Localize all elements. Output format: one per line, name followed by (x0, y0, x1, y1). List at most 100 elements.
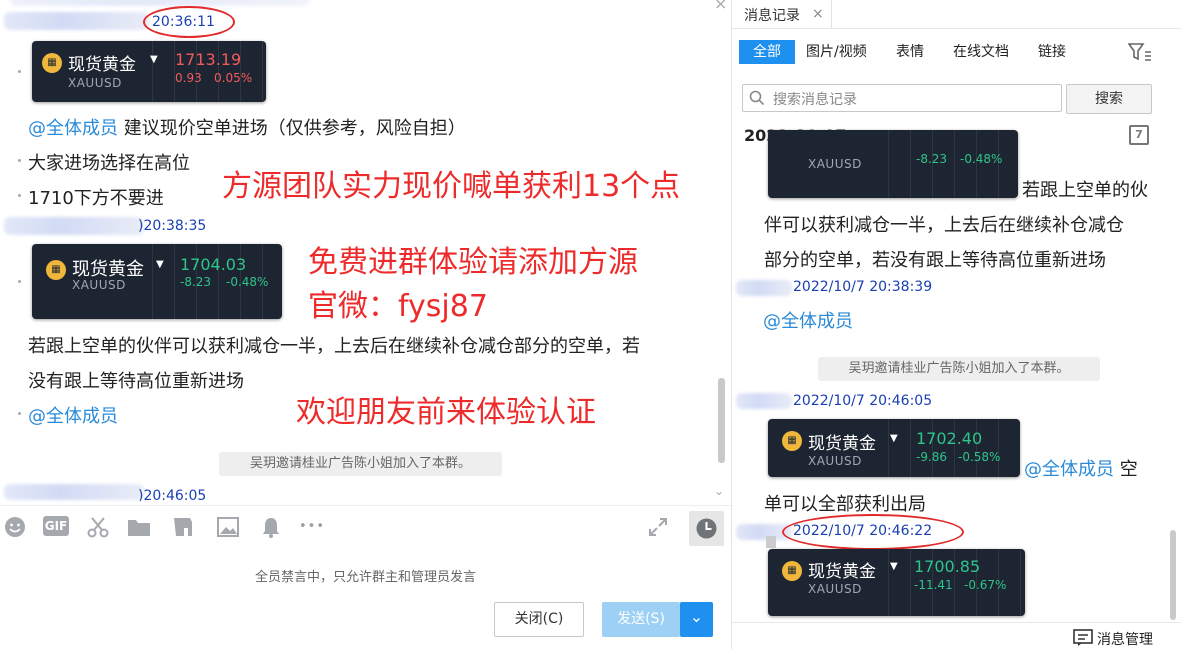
tab-message-history[interactable]: 消息记录 × (732, 0, 832, 28)
filter-tab-docs[interactable]: 在线文档 (953, 40, 1009, 64)
send-options-dropdown[interactable]: ⌄ (680, 602, 713, 637)
gold-quote-card[interactable]: ▦ 现货黄金 ▼ XAUUSD 1704.03 -8.23 -0.48% (32, 244, 282, 319)
message-manage-icon (1073, 629, 1093, 646)
quote-change: -11.41 (914, 578, 953, 592)
gold-quote-card[interactable]: ▦ 现货黄金 ▼ XAUUSD 1700.85 -11.41 -0.67% (768, 549, 1025, 616)
gold-coin-icon: ▦ (42, 53, 62, 73)
history-message: 单可以全部获利出局 (764, 494, 926, 515)
chart-grid (888, 419, 1020, 477)
mention-all[interactable]: @全体成员 (28, 118, 118, 139)
gif-icon[interactable]: GIF (43, 516, 69, 536)
bullet (18, 70, 21, 73)
quote-price: 1700.85 (914, 557, 981, 576)
chat-message: 若跟上空单的伙伴可以获利减仓一半，上去后在继续补仓减仓部分的空单，若 (28, 336, 640, 357)
filter-icon[interactable] (1127, 42, 1152, 66)
emoji-icon[interactable] (4, 516, 26, 542)
quote-symbol: XAUUSD (808, 157, 862, 171)
muted-notice: 全员禁言中，只允许群主和管理员发言 (254, 570, 476, 585)
filter-tab-sticker[interactable]: 表情 (896, 40, 924, 64)
close-icon[interactable]: × (714, 0, 727, 13)
chat-message: 大家进场选择在高位 (28, 153, 190, 174)
chat-message: @全体成员 建议现价空单进场（仅供参考，风险自担） (28, 118, 466, 139)
caret-down-icon[interactable]: ▼ (890, 561, 898, 572)
quote-name: 现货黄金 (68, 55, 136, 75)
quote-change: -9.86 (916, 450, 948, 464)
gold-coin-icon: ▦ (782, 431, 802, 451)
history-pane: 消息记录 × 全部 图片/视频 表情 在线文档 链接 搜索消息记录 搜索 202… (732, 0, 1181, 649)
scissors-icon[interactable] (86, 516, 110, 542)
promo-text: 免费进群体验请添加方源 (308, 245, 638, 280)
sender-name-blurred (736, 393, 792, 409)
quote-change: 0.93 (175, 71, 202, 85)
gold-coin-icon: ▦ (782, 561, 802, 581)
folder-icon[interactable] (127, 516, 151, 542)
sender-name-blurred (4, 217, 144, 235)
caret-down-icon[interactable]: ▼ (150, 54, 158, 65)
caret-down-icon[interactable]: ▼ (156, 259, 164, 270)
history-message: 若跟上空单的伙 (1022, 180, 1148, 201)
promo-text: 欢迎朋友前来体验认证 (296, 395, 596, 430)
message-timestamp: 2022/10/7 20:38:39 (793, 279, 933, 295)
sender-name-blurred (4, 484, 144, 500)
message-timestamp: )20:38:35 (138, 218, 207, 234)
filter-tab-media[interactable]: 图片/视频 (806, 40, 867, 64)
clip-mask (732, 110, 1152, 152)
history-scrollbar[interactable] (1170, 530, 1176, 620)
history-message: 伴可以获利减仓一半，上去后在继续补仓减仓 (764, 215, 1124, 236)
file-transfer-icon[interactable] (171, 516, 195, 542)
quote-symbol: XAUUSD (72, 278, 126, 292)
sender-name-blurred (4, 12, 149, 30)
message-timestamp: 2022/10/7 20:46:05 (793, 393, 933, 409)
quote-symbol: XAUUSD (808, 454, 862, 468)
search-input[interactable]: 搜索消息记录 (773, 89, 857, 109)
chat-message: 1710下方不要进 (28, 188, 164, 209)
manage-label: 消息管理 (1097, 632, 1153, 648)
close-icon[interactable]: × (812, 6, 824, 22)
quote-change-pct: -0.67% (964, 578, 1007, 592)
chat-scrollbar[interactable] (718, 378, 725, 463)
quote-change-pct: -0.58% (958, 450, 1001, 464)
bullet (18, 194, 21, 197)
send-button[interactable]: 发送(S) (602, 602, 680, 637)
quote-change-pct: -0.48% (226, 275, 269, 289)
promo-text: 官微：fysj87 (308, 289, 488, 324)
quote-name: 现货黄金 (808, 434, 876, 454)
search-field[interactable]: 搜索消息记录 (742, 84, 1062, 112)
chat-pane: × 20:36:11 ▦ 现货黄金 ▼ XAUUSD 1713.19 0.93 … (0, 0, 731, 649)
avatar[interactable] (766, 536, 776, 548)
system-notice: 吴玥邀请桂业广告陈小姐加入了本群。 (219, 452, 502, 476)
bullet (18, 159, 21, 162)
caret-down-icon[interactable]: ▼ (890, 433, 898, 444)
mention-all[interactable]: @全体成员 (763, 307, 853, 333)
chat-message: 没有跟上等待高位重新进场 (28, 371, 244, 392)
quote-price: 1702.40 (916, 429, 983, 448)
quote-change: -8.23 (180, 275, 212, 289)
search-icon (749, 90, 765, 106)
highlight-circle (782, 514, 964, 550)
quote-price: 1704.03 (180, 255, 247, 274)
bell-icon[interactable] (260, 516, 282, 542)
tab-title: 消息记录 (744, 8, 800, 24)
history-message: 部分的空单，若没有跟上等待高位重新进场 (764, 250, 1106, 271)
more-icon[interactable]: ••• (297, 516, 327, 538)
gold-quote-card[interactable]: ▦ 现货黄金 ▼ XAUUSD 1713.19 0.93 0.05% (32, 41, 266, 102)
quote-symbol: XAUUSD (808, 582, 862, 596)
highlight-circle (143, 6, 235, 38)
bullet (18, 280, 21, 283)
quote-price: 1713.19 (175, 50, 242, 69)
close-button[interactable]: 关闭(C) (494, 602, 584, 637)
history-icon[interactable] (689, 511, 724, 546)
scroll-to-bottom-icon[interactable]: ⌄ (714, 484, 724, 498)
gold-quote-card[interactable]: ▦ 现货黄金 ▼ XAUUSD 1702.40 -9.86 -0.58% (768, 419, 1020, 477)
mention-all[interactable]: @全体成员 (1024, 459, 1114, 480)
blurred-text (10, 0, 310, 6)
quote-change-pct: -0.48% (960, 152, 1003, 166)
filter-tab-links[interactable]: 链接 (1038, 40, 1066, 64)
expand-icon[interactable] (647, 516, 669, 542)
gold-coin-icon: ▦ (46, 260, 66, 280)
message-timestamp: )20:46:05 (138, 488, 207, 501)
mention-all[interactable]: @全体成员 (28, 402, 118, 428)
filter-tab-all[interactable]: 全部 (739, 40, 795, 64)
image-icon[interactable] (216, 516, 240, 542)
tab-divider (732, 28, 1181, 29)
